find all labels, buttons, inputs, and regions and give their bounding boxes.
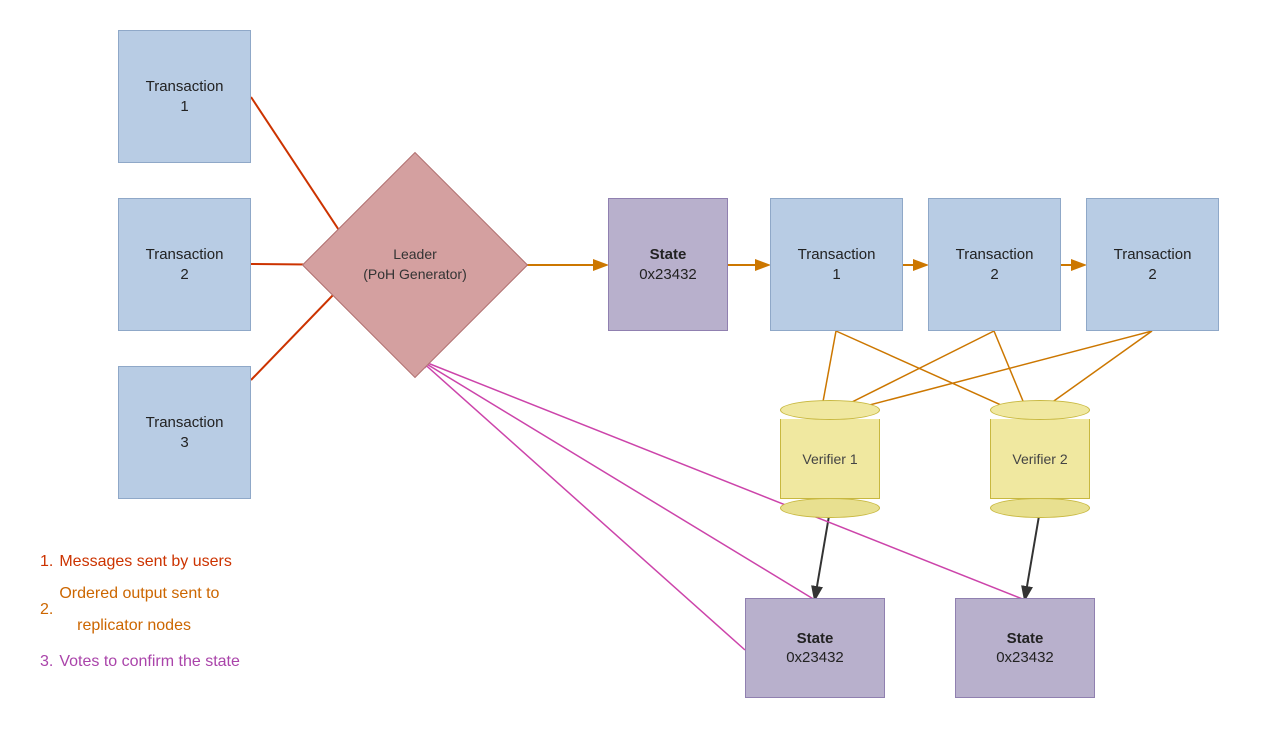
tx2-label: Transaction (146, 245, 224, 265)
leader-diamond-container: Leader (PoH Generator) (335, 185, 495, 345)
verifier-1: Verifier 1 (760, 400, 900, 518)
verifier1-label: Verifier 1 (802, 451, 857, 467)
transaction-box-r1: Transaction 1 (770, 198, 903, 331)
tx-r2-label: Transaction (956, 245, 1034, 265)
transaction-box-3: Transaction 3 (118, 366, 251, 499)
leader-diamond (302, 152, 528, 378)
state-bot2-hash: 0x23432 (996, 648, 1054, 668)
diagram-container: Transaction 1 Transaction 2 Transaction … (0, 0, 1265, 738)
legend-item-2: 2. Ordered output sent to replicator nod… (40, 578, 240, 642)
verifier2-label: Verifier 2 (1012, 451, 1067, 467)
verifier1-top (780, 400, 880, 420)
verifier-2: Verifier 2 (970, 400, 1110, 518)
state-bot1-hash: 0x23432 (786, 648, 844, 668)
state-box-bottom-2: State 0x23432 (955, 598, 1095, 698)
legend-2-number: 2. (40, 594, 53, 626)
legend-1-text: Messages sent by users (59, 546, 232, 578)
verifier1-bottom (780, 498, 880, 518)
legend-2-text: Ordered output sent to replicator nodes (59, 578, 219, 642)
tx-r2-number: 2 (990, 265, 998, 285)
verifier2-body: Verifier 2 (990, 419, 1090, 499)
tx3-label: Transaction (146, 413, 224, 433)
state-box-bottom-1: State 0x23432 (745, 598, 885, 698)
legend-1-number: 1. (40, 546, 53, 578)
state-bot2-label: State (1007, 629, 1044, 649)
tx1-label: Transaction (146, 77, 224, 97)
tx1-number: 1 (180, 97, 188, 117)
transaction-box-1: Transaction 1 (118, 30, 251, 163)
legend-item-1: 1. Messages sent by users (40, 546, 240, 578)
verifier2-top (990, 400, 1090, 420)
verifier1-body: Verifier 1 (780, 419, 880, 499)
tx3-number: 3 (180, 433, 188, 453)
tx-r1-number: 1 (832, 265, 840, 285)
transaction-box-2: Transaction 2 (118, 198, 251, 331)
legend-3-text: Votes to confirm the state (59, 646, 240, 678)
tx-r1-label: Transaction (798, 245, 876, 265)
legend: 1. Messages sent by users 2. Ordered out… (40, 546, 240, 678)
state-bot1-label: State (797, 629, 834, 649)
transaction-box-r2: Transaction 2 (928, 198, 1061, 331)
legend-3-number: 3. (40, 646, 53, 678)
state-box-left: State 0x23432 (608, 198, 728, 331)
tx-r3-label: Transaction (1114, 245, 1192, 265)
state-left-label: State (650, 245, 687, 265)
tx-r3-number: 2 (1148, 265, 1156, 285)
state-left-hash: 0x23432 (639, 265, 697, 285)
verifier2-bottom (990, 498, 1090, 518)
tx2-number: 2 (180, 265, 188, 285)
legend-item-3: 3. Votes to confirm the state (40, 646, 240, 678)
transaction-box-r3: Transaction 2 (1086, 198, 1219, 331)
